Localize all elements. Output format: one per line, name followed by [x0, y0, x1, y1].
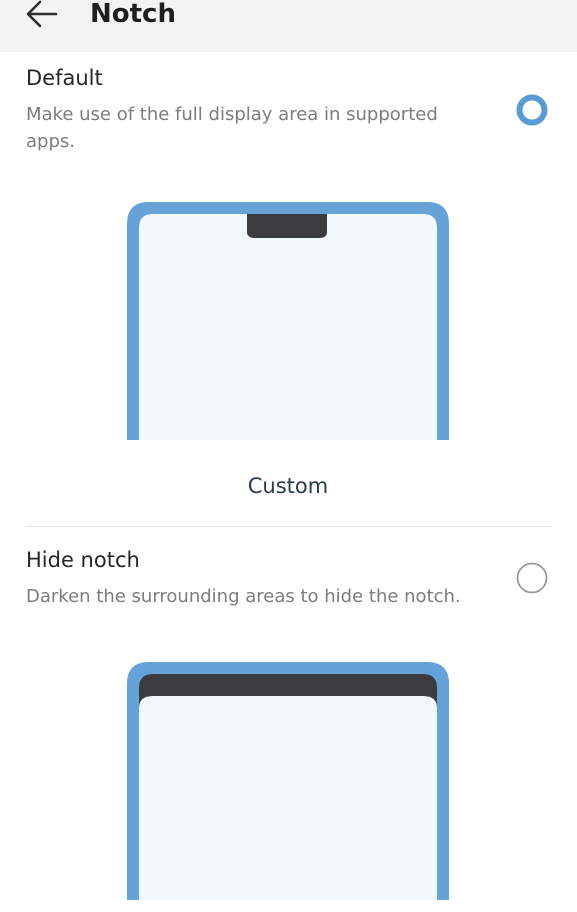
option-default-title: Default	[26, 66, 103, 90]
page-title: Notch	[90, 0, 176, 29]
radio-hide-notch[interactable]	[516, 562, 548, 594]
app-bar: Notch	[0, 0, 577, 52]
arrow-left-icon	[26, 0, 58, 28]
radio-unselected-icon	[516, 562, 548, 594]
default-notch-illustration	[127, 202, 449, 440]
custom-button[interactable]: Custom	[188, 466, 388, 506]
hide-notch-illustration	[127, 662, 449, 900]
option-default-description: Make use of the full display area in sup…	[26, 104, 438, 152]
back-button[interactable]	[18, 0, 70, 34]
radio-default[interactable]	[516, 94, 548, 126]
option-hide-notch-description: Darken the surrounding areas to hide the…	[26, 586, 461, 607]
option-hide-notch-title: Hide notch	[26, 548, 140, 572]
radio-selected-icon	[516, 94, 548, 126]
divider	[26, 526, 551, 527]
